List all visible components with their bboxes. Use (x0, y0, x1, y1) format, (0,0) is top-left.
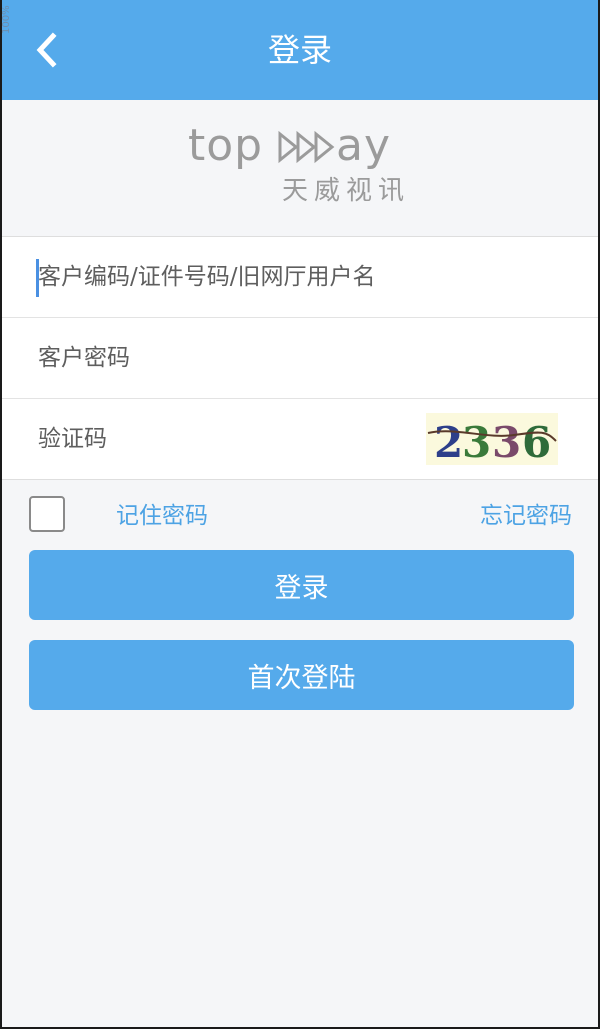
svg-text:ay: ay (336, 124, 391, 170)
svg-text:3: 3 (492, 418, 521, 465)
captcha-image[interactable]: 2 3 3 6 (426, 413, 558, 467)
password-placeholder: 客户密码 (38, 345, 130, 371)
login-screen: 100% 登录 top ay 天威视讯 客户编码/证件号码/旧网厅用户名 客户密… (0, 0, 600, 1029)
svg-text:top: top (188, 124, 263, 170)
remember-label[interactable]: 记住密码 (116, 498, 208, 534)
logo-subtitle: 天威视讯 (282, 176, 411, 206)
remember-row: 记住密码 忘记密码 (2, 486, 598, 546)
login-form: 客户编码/证件号码/旧网厅用户名 客户密码 验证码 2 3 3 6 (2, 236, 598, 480)
first-login-button[interactable]: 首次登陆 (29, 640, 574, 710)
svg-text:3: 3 (462, 418, 491, 465)
logo-wordmark: top ay (188, 120, 420, 171)
remember-checkbox[interactable] (29, 496, 65, 532)
login-button[interactable]: 登录 (29, 550, 574, 620)
app-header: 100% 登录 (1, 0, 598, 100)
svg-text:6: 6 (522, 418, 551, 465)
password-field[interactable]: 客户密码 (2, 318, 598, 399)
account-placeholder: 客户编码/证件号码/旧网厅用户名 (38, 264, 376, 290)
svg-text:2: 2 (434, 418, 463, 465)
captcha-field[interactable]: 验证码 2 3 3 6 (2, 399, 598, 480)
page-title: 登录 (267, 31, 332, 69)
account-field[interactable]: 客户编码/证件号码/旧网厅用户名 (2, 237, 598, 318)
forgot-password-link[interactable]: 忘记密码 (480, 498, 572, 534)
captcha-placeholder: 验证码 (38, 426, 107, 452)
